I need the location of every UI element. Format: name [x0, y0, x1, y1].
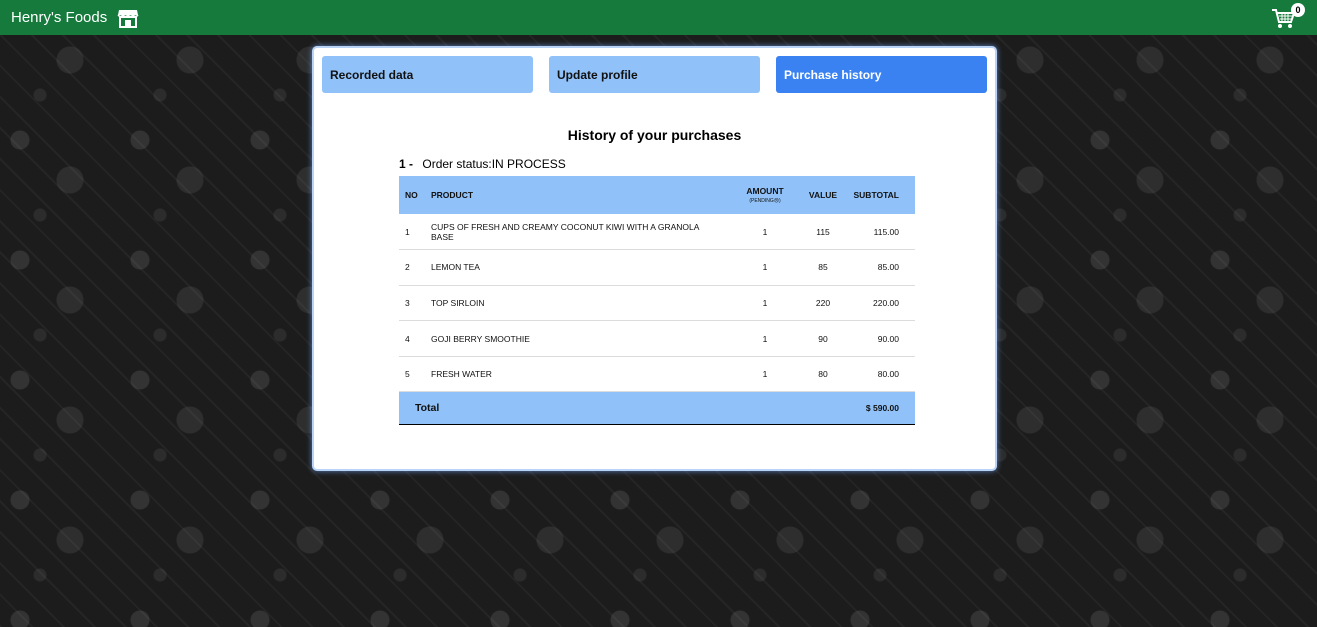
table-row: 5 FRESH WATER 1 80 80.00 [399, 356, 915, 392]
row-product: TOP SIRLOIN [431, 297, 485, 308]
row-value: 85 [818, 262, 828, 273]
row-no: 1 [405, 226, 410, 237]
row-subtotal: 90.00 [877, 333, 899, 344]
col-product: PRODUCT [431, 190, 474, 200]
tab-label: Update profile [557, 67, 638, 82]
order-status-line: 1 - Order status:IN PROCESS [399, 157, 566, 171]
row-no: 5 [405, 369, 410, 380]
table-row: 3 TOP SIRLOIN 1 220 220.00 [399, 285, 915, 321]
table-row: 1 CUPS OF FRESH AND CREAMY COCONUT KIWI … [399, 214, 915, 250]
cart-button[interactable]: 0 [1271, 3, 1305, 30]
page-title: History of your purchases [567, 127, 742, 143]
table-row: 2 LEMON TEA 1 85 85.00 [399, 250, 915, 286]
total-label: Total [415, 402, 440, 415]
row-value: 80 [818, 369, 828, 380]
col-no: NO [405, 190, 418, 200]
profile-panel: Recorded data Update profile Purchase hi… [312, 46, 997, 471]
row-product: CUPS OF FRESH AND CREAMY COCONUT KIWI WI… [431, 221, 699, 242]
col-amount: AMOUNT (PENDING😢) [729, 176, 801, 214]
row-value: 115 [816, 226, 830, 237]
tab-label: Purchase history [784, 67, 882, 82]
total-value: $ 590.00 [865, 403, 899, 414]
row-amount: 1 [762, 226, 768, 237]
col-amount-label: AMOUNT [746, 186, 784, 196]
row-amount: 1 [762, 369, 768, 380]
store-icon [117, 9, 139, 28]
row-no: 3 [405, 297, 410, 308]
total-spacer [801, 392, 845, 425]
tab-purchase-history[interactable]: Purchase history [776, 56, 987, 93]
total-spacer [729, 392, 801, 425]
row-no: 2 [405, 262, 410, 273]
row-subtotal: 115.00 [873, 226, 899, 237]
brand-name: Henry's Foods [11, 9, 108, 26]
row-product: LEMON TEA [431, 262, 480, 273]
purchase-table: NO PRODUCT AMOUNT (PENDING😢) VALUE SUBTO… [399, 176, 915, 425]
tab-label: Recorded data [330, 67, 414, 82]
order-number: 1 - [399, 157, 414, 171]
col-value: VALUE [808, 190, 838, 200]
row-subtotal: 220.00 [873, 297, 899, 308]
col-subtotal: SUBTOTAL [853, 190, 900, 200]
navbar: Henry's Foods 0 [0, 0, 1317, 35]
order-status: Order status:IN PROCESS [422, 157, 566, 171]
row-no: 4 [405, 333, 410, 344]
tab-update-profile[interactable]: Update profile [549, 56, 760, 93]
row-product: GOJI BERRY SMOOTHIE [431, 333, 530, 344]
cart-count-badge: 0 [1291, 3, 1305, 17]
row-amount: 1 [762, 333, 768, 344]
col-amount-note: (PENDING😢) [749, 198, 781, 204]
row-subtotal: 80.00 [877, 369, 899, 380]
total-row: Total $ 590.00 [399, 391, 915, 425]
row-product: FRESH WATER [431, 369, 492, 380]
row-amount: 1 [762, 262, 768, 273]
row-value: 90 [818, 333, 828, 344]
row-amount: 1 [762, 297, 768, 308]
row-subtotal: 85.00 [877, 262, 899, 273]
brand-link[interactable]: Henry's Foods [11, 8, 139, 28]
row-value: 220 [815, 297, 831, 308]
table-header-row: NO PRODUCT AMOUNT (PENDING😢) VALUE SUBTO… [399, 176, 915, 214]
tab-recorded-data[interactable]: Recorded data [322, 56, 533, 93]
table-row: 4 GOJI BERRY SMOOTHIE 1 90 90.00 [399, 321, 915, 357]
